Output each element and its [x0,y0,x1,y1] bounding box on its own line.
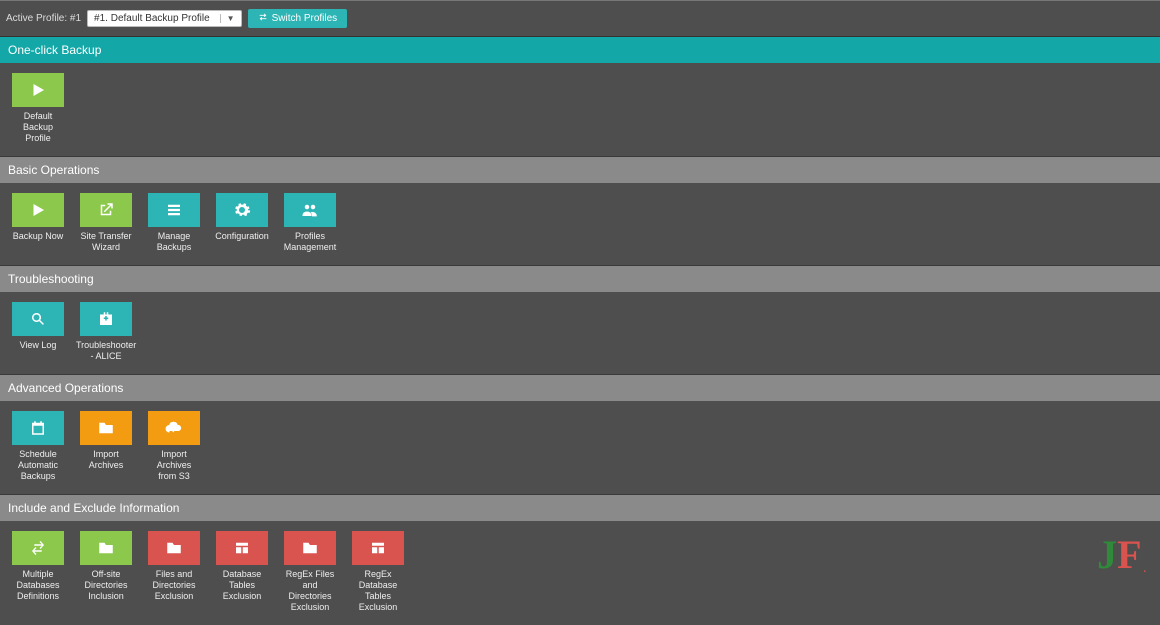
regex-db-tables-exclusion-label: RegEx Database Tables Exclusion [352,569,404,613]
tile-row-advanced: Schedule Automatic Backups Import Archive… [0,401,1160,494]
manage-backups-tile[interactable]: Manage Backups [148,193,200,253]
troubleshooter-alice-label: Troubleshooter - ALICE [76,340,136,362]
switch-icon [258,12,268,25]
external-icon [80,193,132,227]
backup-now-label: Backup Now [13,231,64,242]
active-profile-label: Active Profile: #1 [6,13,81,24]
section-header-oneclick: One-click Backup [0,37,1160,63]
calendar-icon [12,411,64,445]
tile-row-include: Multiple Databases Definitions Off-site D… [0,521,1160,625]
medkit-icon [80,302,132,336]
manage-backups-label: Manage Backups [148,231,200,253]
multiple-db-definitions-tile[interactable]: Multiple Databases Definitions [12,531,64,613]
table-icon [352,531,404,565]
logo: J F . [1097,535,1146,575]
files-dir-exclusion-label: Files and Directories Exclusion [148,569,200,602]
view-log-tile[interactable]: View Log [12,302,64,362]
schedule-automatic-backups-label: Schedule Automatic Backups [12,449,64,482]
folder-icon [284,531,336,565]
configuration-label: Configuration [215,231,269,242]
gear-icon [216,193,268,227]
cloud-down-icon [148,411,200,445]
regex-db-tables-exclusion-tile[interactable]: RegEx Database Tables Exclusion [352,531,404,613]
view-log-label: View Log [20,340,57,351]
section-header-basic: Basic Operations [0,157,1160,183]
regex-files-dir-exclusion-label: RegEx Files and Directories Exclusion [284,569,336,613]
schedule-automatic-backups-tile[interactable]: Schedule Automatic Backups [12,411,64,482]
db-tables-exclusion-tile[interactable]: Database Tables Exclusion [216,531,268,613]
switch-profiles-button[interactable]: Switch Profiles [248,9,348,28]
profile-select-value: #1. Default Backup Profile [94,13,214,24]
tile-row-basic: Backup Now Site Transfer Wizard Manage Bac… [0,183,1160,265]
default-backup-profile-label: Default Backup Profile [12,111,64,144]
play-icon [12,193,64,227]
top-bar: Active Profile: #1 #1. Default Backup Pr… [0,0,1160,37]
import-archives-from-s3-tile[interactable]: Import Archives from S3 [148,411,200,482]
tile-row-trouble: View Log Troubleshooter - ALICE [0,292,1160,374]
backup-now-tile[interactable]: Backup Now [12,193,64,253]
section-header-trouble: Troubleshooting [0,266,1160,292]
switch-profiles-label: Switch Profiles [272,13,338,24]
profiles-management-tile[interactable]: Profiles Management [284,193,336,253]
folder-icon [80,411,132,445]
section-header-advanced: Advanced Operations [0,375,1160,401]
default-backup-profile-tile[interactable]: Default Backup Profile [12,73,64,144]
profile-select[interactable]: #1. Default Backup Profile ▼ [87,10,242,27]
import-archives-label: Import Archives [80,449,132,471]
import-archives-from-s3-label: Import Archives from S3 [148,449,200,482]
table-icon [216,531,268,565]
offsite-dir-inclusion-tile[interactable]: Off-site Directories Inclusion [80,531,132,613]
offsite-dir-inclusion-label: Off-site Directories Inclusion [80,569,132,602]
list-icon [148,193,200,227]
multiple-db-definitions-label: Multiple Databases Definitions [12,569,64,602]
swap-icon [12,531,64,565]
chevron-down-icon: ▼ [220,14,235,23]
play-icon [12,73,64,107]
import-archives-tile[interactable]: Import Archives [80,411,132,482]
site-transfer-wizard-tile[interactable]: Site Transfer Wizard [80,193,132,253]
regex-files-dir-exclusion-tile[interactable]: RegEx Files and Directories Exclusion [284,531,336,613]
troubleshooter-alice-tile[interactable]: Troubleshooter - ALICE [80,302,132,362]
search-icon [12,302,64,336]
folder-icon [80,531,132,565]
logo-dot: . [1144,565,1147,575]
profiles-management-label: Profiles Management [284,231,337,253]
db-tables-exclusion-label: Database Tables Exclusion [216,569,268,602]
section-header-include: Include and Exclude Information [0,495,1160,521]
configuration-tile[interactable]: Configuration [216,193,268,253]
logo-f: F [1117,535,1141,575]
folder-icon [148,531,200,565]
logo-j: J [1097,535,1117,575]
site-transfer-wizard-label: Site Transfer Wizard [80,231,132,253]
files-dir-exclusion-tile[interactable]: Files and Directories Exclusion [148,531,200,613]
tile-row-oneclick: Default Backup Profile [0,63,1160,156]
users-icon [284,193,336,227]
